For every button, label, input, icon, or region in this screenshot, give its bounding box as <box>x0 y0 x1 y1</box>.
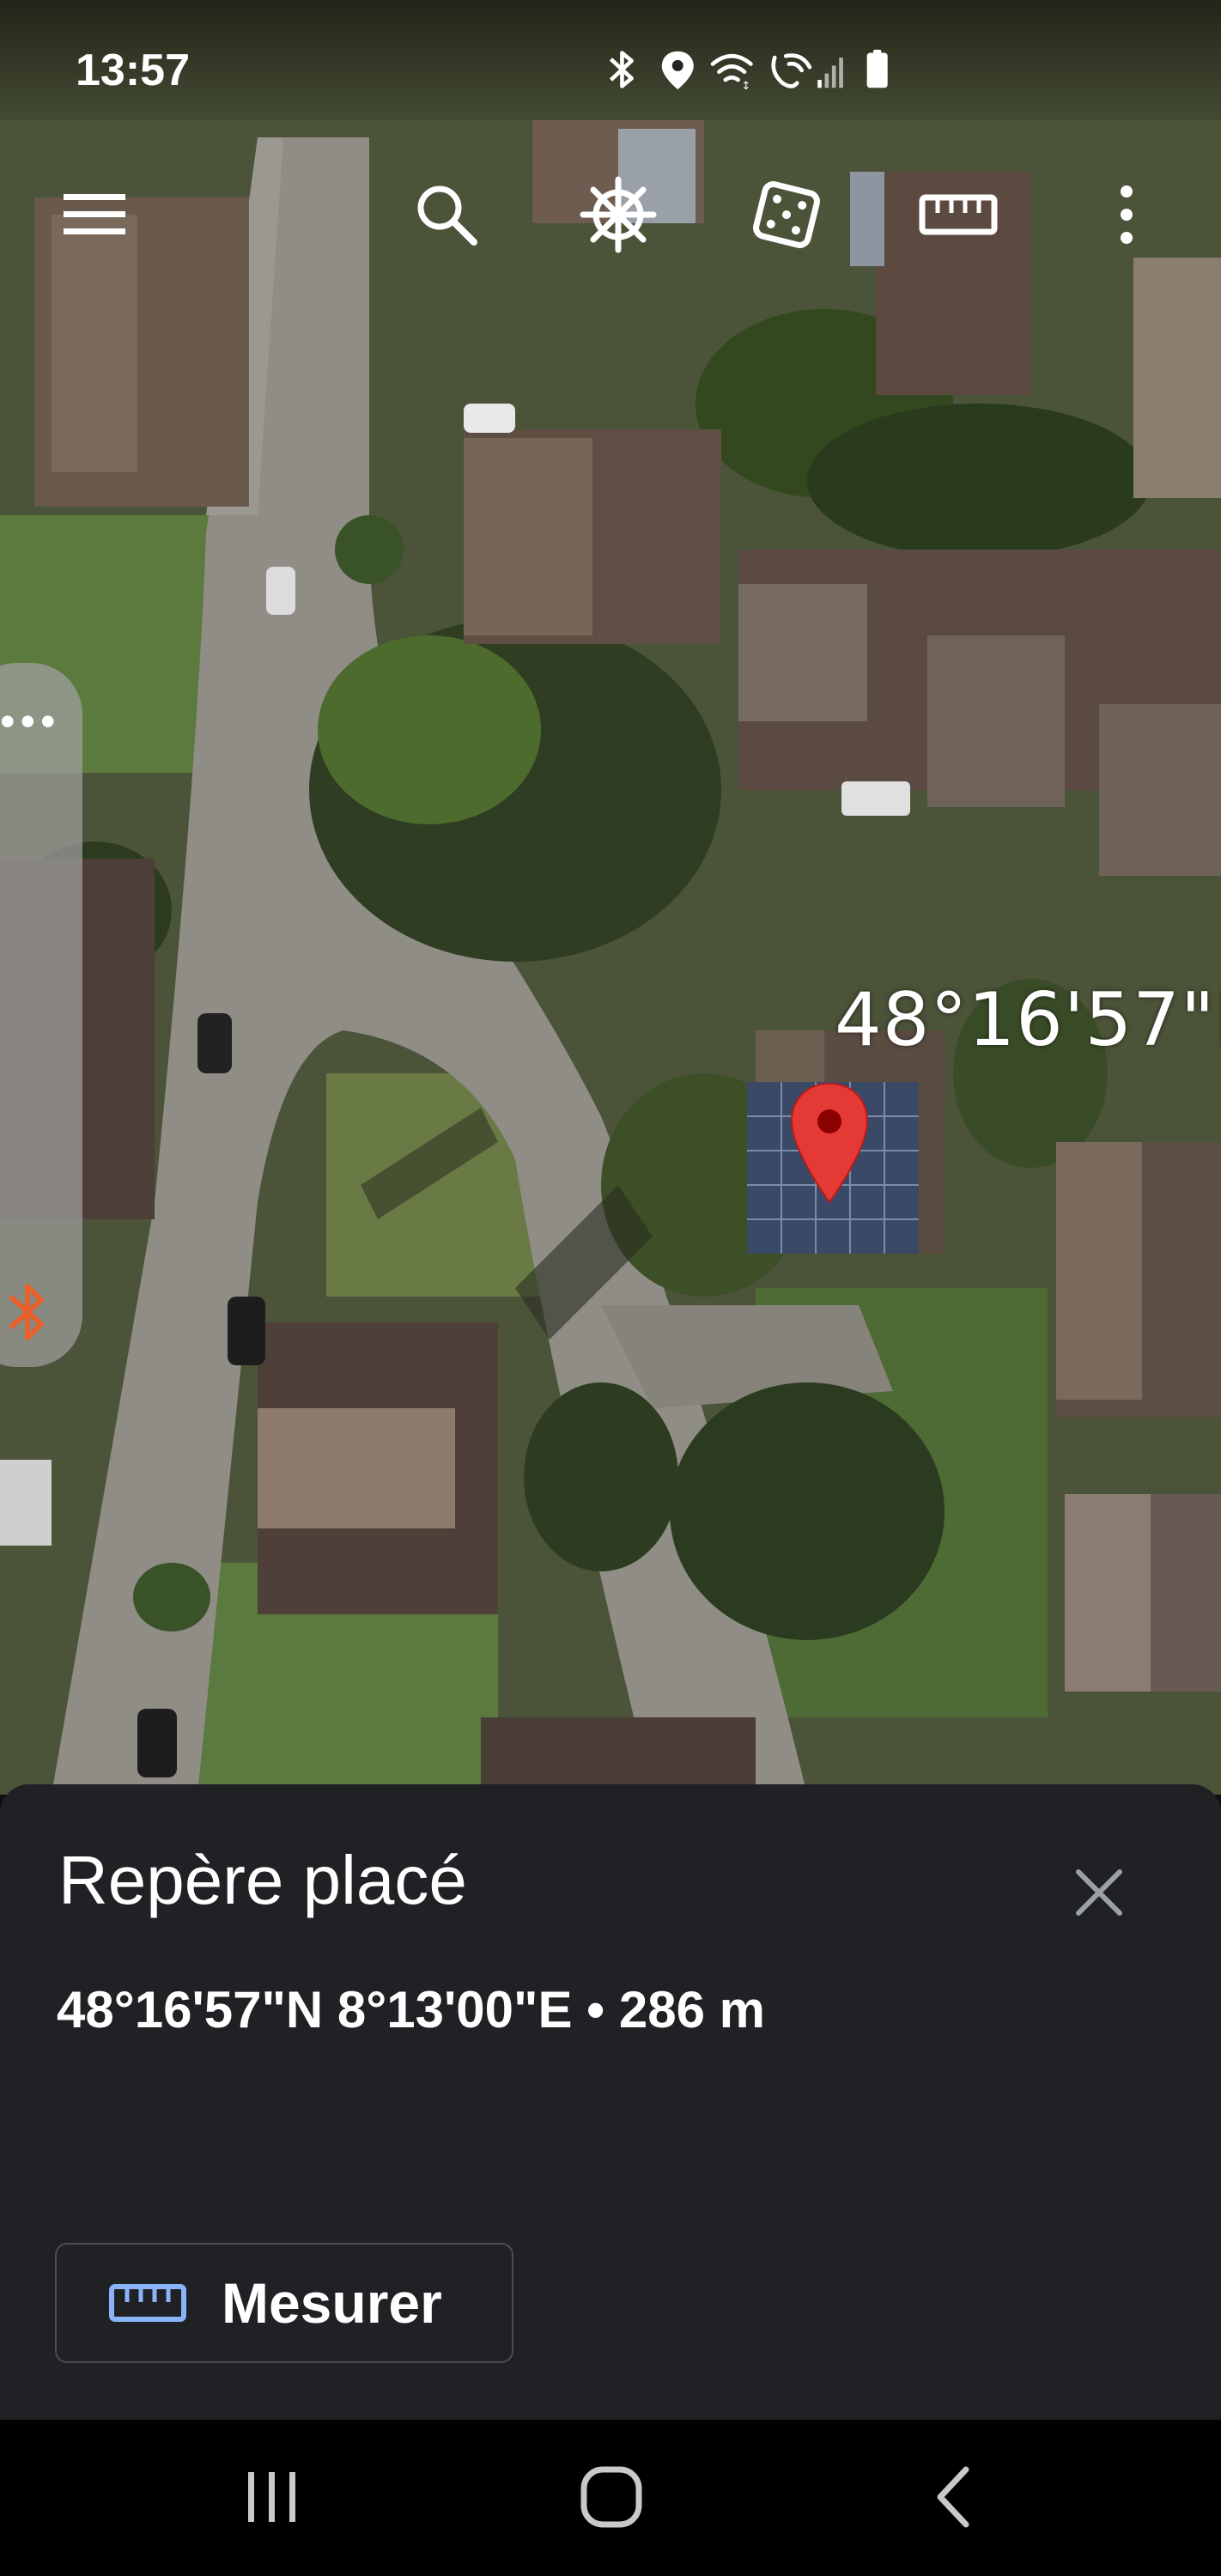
voyager-wheel-icon <box>580 176 657 253</box>
home-icon <box>580 2466 642 2528</box>
location-icon <box>661 51 694 90</box>
dice-icon <box>753 181 820 248</box>
battery-icon <box>866 49 888 88</box>
more-options-icon <box>1121 185 1133 244</box>
signal-icon <box>817 58 843 88</box>
bluetooth-icon <box>609 51 634 88</box>
ruler-icon <box>919 194 998 235</box>
status-time: 13:57 <box>76 46 190 95</box>
satellite-map[interactable]: 48°16'57"N <box>0 0 1221 1795</box>
random-location-button[interactable] <box>744 172 829 258</box>
svg-text:↕: ↕ <box>741 80 750 91</box>
ruler-icon <box>108 2279 187 2327</box>
location-marker-icon[interactable] <box>787 1080 872 1209</box>
recent-apps-button[interactable] <box>220 2454 323 2540</box>
search-icon <box>417 185 477 246</box>
measure-button[interactable]: Mesurer <box>55 2243 513 2363</box>
app-screen: 48°16'57"N 13:57 ↕ <box>0 0 1221 2576</box>
side-panel-handle[interactable]: ••• <box>0 663 82 1367</box>
close-button[interactable] <box>1060 1853 1139 1932</box>
search-button[interactable] <box>404 172 489 258</box>
coordinate-overlay: 48°16'57"N <box>835 977 1221 1063</box>
measure-button-label: Mesurer <box>222 2271 442 2335</box>
placemark-coordinates: 48°16'57"N 8°13'00"E • 286 m <box>57 1981 765 2038</box>
placemark-sheet: Repère placé 48°16'57"N 8°13'00"E • 286 … <box>0 1784 1221 2420</box>
measure-toolbar-button[interactable] <box>915 172 1001 258</box>
status-icons: ↕ <box>609 49 888 91</box>
menu-button[interactable] <box>52 172 137 258</box>
voyager-button[interactable] <box>575 172 661 258</box>
sheet-title: Repère placé <box>58 1842 467 1918</box>
home-button[interactable] <box>560 2454 663 2540</box>
back-button[interactable] <box>902 2454 1005 2540</box>
recent-apps-icon <box>248 2472 295 2522</box>
side-panel-dots: ••• <box>0 697 61 745</box>
more-options-button[interactable] <box>1084 172 1169 258</box>
close-icon <box>1076 1869 1122 1916</box>
status-bar: 13:57 ↕ <box>0 0 1221 120</box>
wifi-icon: ↕ <box>710 53 753 91</box>
bluetooth-icon <box>9 1284 44 1340</box>
wifi-calling-icon <box>771 53 812 88</box>
back-icon <box>937 2466 969 2528</box>
system-nav-bar <box>0 2420 1221 2576</box>
satellite-imagery <box>0 0 1221 1795</box>
menu-icon <box>64 194 125 234</box>
